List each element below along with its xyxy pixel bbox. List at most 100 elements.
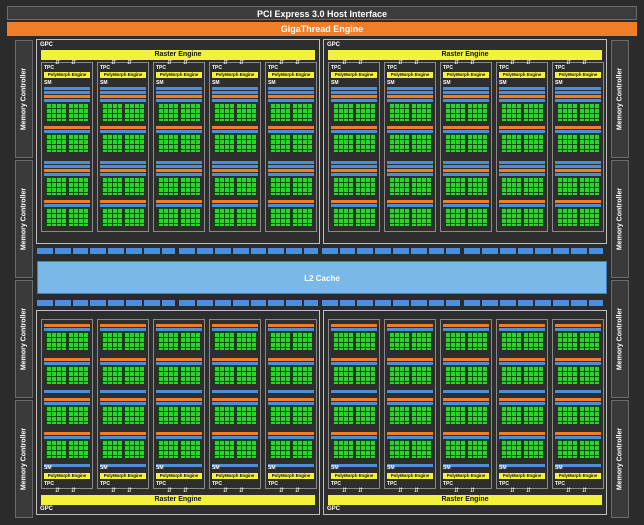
l2-slice bbox=[535, 300, 552, 306]
sm-register-bar bbox=[44, 402, 90, 405]
cuda-core-grid bbox=[557, 208, 577, 226]
up-arrow-icon: ⇵ bbox=[279, 488, 285, 494]
cuda-core-grid bbox=[355, 177, 375, 195]
sm-register-bar bbox=[44, 130, 90, 133]
sm-block bbox=[100, 161, 146, 231]
sm-control-bar bbox=[387, 87, 433, 90]
sm-dispatch-bar bbox=[443, 324, 489, 327]
sm-register-bar bbox=[387, 130, 433, 133]
l2-slice bbox=[446, 300, 461, 306]
sm-control-bar bbox=[268, 165, 314, 168]
sm-register-bar bbox=[100, 402, 146, 405]
sm-label: SM bbox=[331, 80, 339, 86]
l2-slice bbox=[268, 300, 285, 306]
l2-slice bbox=[464, 300, 480, 306]
sm-register-bar bbox=[100, 362, 146, 365]
sm-register-bar bbox=[555, 204, 601, 207]
cuda-core-grid bbox=[557, 103, 577, 121]
sm-dispatch-bar bbox=[44, 358, 90, 361]
down-arrow-icon: ⇵ bbox=[358, 60, 364, 66]
sm-control-bar bbox=[212, 87, 258, 90]
sm-control-bar bbox=[331, 390, 377, 393]
cuda-core-grid bbox=[270, 366, 290, 384]
sm-label: SM bbox=[100, 80, 108, 86]
sm-control-bar bbox=[100, 161, 146, 164]
cuda-core-grid bbox=[579, 177, 599, 195]
sm-block bbox=[212, 324, 258, 394]
sm-dispatch-bar bbox=[44, 398, 90, 401]
cuda-core-grid bbox=[102, 103, 122, 121]
sm-block bbox=[499, 398, 545, 468]
up-arrow-icon: ⇵ bbox=[167, 60, 173, 66]
cuda-core-grid bbox=[270, 208, 290, 226]
sm-dispatch-bar bbox=[212, 169, 258, 172]
sm-block bbox=[331, 87, 377, 157]
sm-control-bar bbox=[44, 165, 90, 168]
sm-register-bar bbox=[387, 436, 433, 439]
sm-register-bar bbox=[555, 130, 601, 133]
cuda-core-grid bbox=[158, 134, 178, 152]
cuda-core-grid bbox=[214, 406, 234, 424]
l2-slice bbox=[72, 248, 89, 254]
sm-control-bar bbox=[555, 161, 601, 164]
sm-dispatch-bar bbox=[212, 398, 258, 401]
tpc-label: TPC bbox=[212, 65, 222, 71]
cuda-core-grid bbox=[68, 366, 88, 384]
sm-dispatch-bar bbox=[443, 95, 489, 98]
up-arrow-icon: ⇵ bbox=[398, 60, 404, 66]
sm-block bbox=[212, 161, 258, 231]
memory-controller-label: Memory Controller bbox=[20, 307, 28, 371]
sm-control-bar bbox=[44, 91, 90, 94]
polymorph-engine: PolyMorph Engine bbox=[387, 473, 433, 479]
gpc-top-left: GPC Raster Engine TPC PolyMorph Engine SM ⇵ ⇵ T… bbox=[36, 39, 320, 244]
sm-register-bar bbox=[499, 328, 545, 331]
sm-label: SM bbox=[44, 80, 52, 86]
sm-register-bar bbox=[555, 173, 601, 176]
cuda-core-grid bbox=[445, 366, 465, 384]
l2-slice bbox=[553, 248, 569, 254]
sm-register-bar bbox=[44, 362, 90, 365]
sm-dispatch-bar bbox=[331, 432, 377, 435]
cuda-core-grid bbox=[411, 208, 431, 226]
l2-slice bbox=[54, 300, 71, 306]
sm-register-bar bbox=[212, 328, 258, 331]
l2-slice bbox=[393, 300, 409, 306]
sm-register-bar bbox=[212, 204, 258, 207]
polymorph-engine: PolyMorph Engine bbox=[555, 72, 601, 78]
cuda-core-grid bbox=[467, 332, 487, 350]
gpc-label: GPC bbox=[327, 506, 341, 512]
up-arrow-icon: ⇵ bbox=[342, 488, 348, 494]
memory-controller-left-4: Memory Controller bbox=[15, 400, 33, 518]
sm-dispatch-bar bbox=[268, 200, 314, 203]
cuda-core-grid bbox=[236, 208, 256, 226]
sm-dispatch-bar bbox=[331, 169, 377, 172]
down-arrow-icon: ⇵ bbox=[239, 60, 245, 66]
cuda-core-grid bbox=[46, 177, 66, 195]
cuda-core-grid bbox=[333, 177, 353, 195]
l2-slice bbox=[215, 248, 231, 254]
sm-dispatch-bar bbox=[156, 324, 202, 327]
sm-block bbox=[100, 324, 146, 394]
polymorph-engine: PolyMorph Engine bbox=[331, 72, 377, 78]
cuda-core-grid bbox=[124, 332, 144, 350]
sm-dispatch-bar bbox=[268, 126, 314, 129]
sm-dispatch-bar bbox=[387, 200, 433, 203]
sm-dispatch-bar bbox=[499, 169, 545, 172]
up-arrow-icon: ⇵ bbox=[510, 60, 516, 66]
cuda-core-grid bbox=[214, 134, 234, 152]
sm-register-bar bbox=[268, 130, 314, 133]
down-arrow-icon: ⇵ bbox=[127, 488, 133, 494]
cuda-core-grid bbox=[355, 440, 375, 458]
tpc-label: TPC bbox=[499, 481, 509, 487]
sm-block bbox=[268, 398, 314, 468]
sm-register-bar bbox=[331, 99, 377, 102]
sm-register-bar bbox=[387, 99, 433, 102]
cuda-core-grid bbox=[501, 440, 521, 458]
sm-register-bar bbox=[100, 436, 146, 439]
sm-dispatch-bar bbox=[387, 358, 433, 361]
sm-register-bar bbox=[212, 402, 258, 405]
cuda-core-grid bbox=[68, 177, 88, 195]
l2-slice bbox=[90, 300, 107, 306]
cuda-core-grid bbox=[292, 177, 312, 195]
sm-control-bar bbox=[100, 390, 146, 393]
